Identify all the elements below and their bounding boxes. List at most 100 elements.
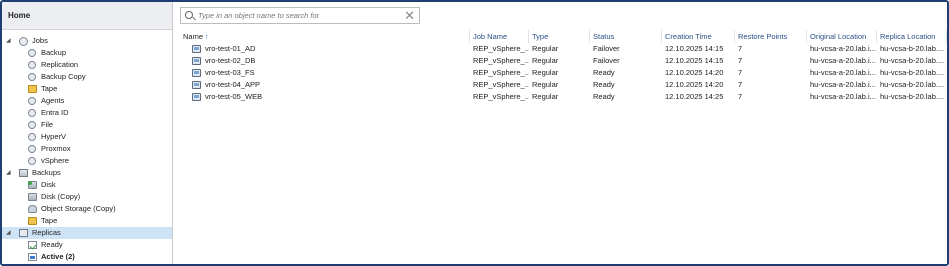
vm-replica-icon (192, 81, 201, 89)
cell-original-location: hu-vcsa-a-20.lab.i... (810, 92, 876, 101)
table-row[interactable]: vro-test-04_APP REP_vSphere_... Regular Rea… (174, 79, 947, 91)
tree-item-active-2[interactable]: Active (2) (2, 251, 172, 263)
cell-type: Regular (532, 92, 559, 101)
disk-copy-icon (28, 193, 37, 201)
column-header-label: Creation Time (665, 32, 712, 41)
tree-item-label: Ready (41, 240, 63, 249)
vm-replica-icon (192, 57, 201, 65)
search-input[interactable] (198, 9, 398, 22)
tree-item-backup-copy[interactable]: Backup Copy (2, 71, 172, 83)
cell-status: Failover (593, 44, 620, 53)
cell-original-location: hu-vcsa-a-20.lab.i... (810, 80, 876, 89)
tree-item-tape[interactable]: Tape (2, 83, 172, 95)
cell-original-location: hu-vcsa-a-20.lab.i... (810, 44, 876, 53)
tree-item-replication[interactable]: Replication (2, 59, 172, 71)
expand-toggle-icon[interactable]: ◢ (6, 227, 11, 239)
object-storage-icon (28, 205, 37, 213)
column-header-job-name[interactable]: Job Name (470, 30, 529, 43)
tree-item-label: HyperV (41, 132, 67, 141)
vm-replica-icon (192, 69, 201, 77)
cell-replica-location: hu-vcsa-b-20.lab.... (880, 92, 945, 101)
tree-item-proxmox[interactable]: Proxmox (2, 143, 172, 155)
column-header-original-location[interactable]: Original Location (807, 30, 877, 43)
expand-toggle-icon[interactable]: ◢ (6, 167, 11, 179)
table-row[interactable]: vro-test-05_WEB REP_vSphere_... Regular Rea… (174, 91, 947, 103)
table-row[interactable]: vro-test-01_AD REP_vSphere_... Regular Fail… (174, 43, 947, 55)
column-header-replica-location[interactable]: Replica Location (877, 30, 947, 43)
tree-item-agents[interactable]: Agents (2, 95, 172, 107)
column-header-name[interactable]: Name ↑ (180, 30, 470, 43)
cell-creation-time: 12.10.2025 14:20 (665, 80, 724, 89)
tree-item-label: Backups (32, 168, 61, 177)
column-header-label: Type (532, 32, 549, 41)
cell-restore-points: 7 (738, 56, 743, 65)
tree-item-label: Active (2) (41, 252, 75, 261)
tree-item-replicas[interactable]: ◢ Replicas (2, 227, 172, 239)
tree-item-label: File (41, 120, 54, 129)
search-box[interactable]: ✕ (180, 7, 420, 24)
tree-item-object-storage-copy[interactable]: Object Storage (Copy) (2, 203, 172, 215)
table-row[interactable]: vro-test-02_DB REP_vSphere_... Regular Fail… (174, 55, 947, 67)
column-header-creation-time[interactable]: Creation Time (662, 30, 735, 43)
cell-name: vro-test-01_AD (205, 44, 256, 53)
cell-creation-time: 12.10.2025 14:20 (665, 68, 724, 77)
jobs-gear-icon (19, 37, 28, 46)
ready-icon (28, 241, 37, 249)
navigation-tree: ◢ Jobs Backup Replication Backup Copy Tape Age… (2, 30, 172, 263)
replicas-icon (19, 229, 28, 237)
tree-item-label: Tape (41, 216, 58, 225)
cell-type: Regular (532, 44, 559, 53)
cell-name: vro-test-03_FS (205, 68, 255, 77)
column-header-label: Original Location (810, 32, 867, 41)
tree-item-jobs[interactable]: ◢ Jobs (2, 35, 172, 47)
tree-item-label: Replicas (32, 228, 61, 237)
gear-icon (28, 157, 36, 165)
tree-item-backups[interactable]: ◢ Backups (2, 167, 172, 179)
tree-item-ready[interactable]: Ready (2, 239, 172, 251)
tree-item-label: Entra ID (41, 108, 69, 117)
vm-replica-icon (192, 93, 201, 101)
search-icon (185, 11, 193, 19)
column-header-restore-points[interactable]: Restore Points (735, 30, 807, 43)
tree-item-disk-copy[interactable]: Disk (Copy) (2, 191, 172, 203)
cell-replica-location: hu-vcsa-b-20.lab.... (880, 56, 945, 65)
tree-item-label: Jobs (32, 36, 48, 45)
table-header: Name ↑ Job Name Type Status Creation Time Rest… (174, 30, 947, 43)
tree-item-vsphere[interactable]: vSphere (2, 155, 172, 167)
tree-item-hyperv[interactable]: HyperV (2, 131, 172, 143)
vm-replica-icon (192, 45, 201, 53)
column-header-label: Status (593, 32, 615, 41)
cell-type: Regular (532, 80, 559, 89)
sort-ascending-icon: ↑ (205, 34, 209, 41)
tree-item-label: Backup (41, 48, 67, 57)
disk-icon (28, 181, 37, 189)
gear-icon (28, 145, 36, 153)
cell-replica-location: hu-vcsa-b-20.lab.... (880, 68, 945, 77)
tree-item-file[interactable]: File (2, 119, 172, 131)
column-header-label: Name (183, 32, 204, 41)
column-header-label: Job Name (473, 32, 508, 41)
tree-item-entra-id[interactable]: Entra ID (2, 107, 172, 119)
cell-job-name: REP_vSphere_... (473, 80, 529, 89)
tree-item-label: Disk (41, 180, 56, 189)
expand-toggle-icon[interactable]: ◢ (6, 35, 11, 47)
gear-icon (28, 73, 36, 81)
column-header-status[interactable]: Status (590, 30, 662, 43)
cell-restore-points: 7 (738, 44, 743, 53)
tree-item-tape[interactable]: Tape (2, 215, 172, 227)
table-row[interactable]: vro-test-03_FS REP_vSphere_... Regular Read… (174, 67, 947, 79)
cell-status: Ready (593, 92, 615, 101)
active-icon (28, 253, 37, 261)
gear-icon (28, 133, 36, 141)
cell-type: Regular (532, 68, 559, 77)
tree-item-backup[interactable]: Backup (2, 47, 172, 59)
content-pane: ✕ Name↑Job NameTypeStatusCreation TimeRe… (174, 2, 947, 264)
navigation-pane: Home ◢ Jobs Backup Replication Backup Copy Ta… (2, 2, 173, 264)
cell-name: vro-test-05_WEB (205, 92, 263, 101)
gear-icon (28, 49, 36, 57)
column-header-type[interactable]: Type (529, 30, 590, 43)
tree-item-disk[interactable]: Disk (2, 179, 172, 191)
gear-icon (28, 109, 36, 117)
clear-search-icon[interactable]: ✕ (404, 8, 415, 23)
cell-job-name: REP_vSphere_... (473, 44, 529, 53)
